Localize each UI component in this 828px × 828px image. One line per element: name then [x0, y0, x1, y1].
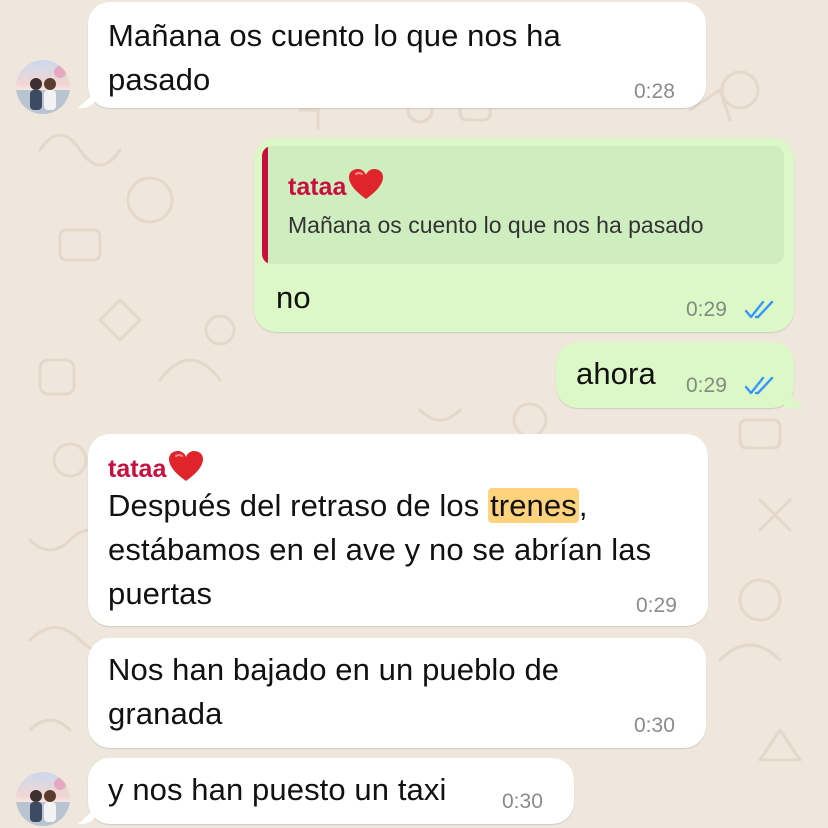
double-check-read-icon [744, 376, 774, 395]
message-time: 0:29 [686, 298, 727, 321]
avatar-photo [16, 66, 70, 114]
quoted-text: Mañana os cuento lo que nos ha pasado [288, 212, 704, 238]
quoted-message[interactable]: tataa Mañana os cuento lo que nos ha pas… [262, 146, 784, 264]
message-text: Después del retraso de los trenes, estáb… [108, 484, 651, 616]
message-text: y nos han puesto un taxi [108, 772, 447, 807]
double-check-read-icon [744, 300, 774, 319]
message-time: 0:30 [502, 790, 543, 813]
heart-icon [349, 169, 384, 199]
message-text: ahora [576, 356, 656, 391]
message-text: no [276, 280, 311, 315]
quoted-sender-label: tataa [288, 173, 347, 201]
message-text-part: Después del retraso de los [108, 488, 489, 523]
message-time: 0:28 [634, 80, 675, 103]
message-bubble-incoming[interactable]: Nos han bajado en un pueblo de granada 0… [88, 638, 706, 748]
message-text: Nos han bajado en un pueblo de granada [108, 652, 560, 731]
message-time: 0:29 [686, 374, 727, 397]
contact-avatar[interactable] [16, 772, 70, 826]
message-bubble-incoming[interactable]: y nos han puesto un taxi 0:30 [88, 758, 574, 824]
quoted-sender-name: tataa [288, 168, 384, 202]
chat-conversation: Mañana os cuento lo que nos ha pasado 0:… [0, 0, 828, 828]
message-text: Mañana os cuento lo que nos ha pasado [108, 18, 561, 97]
message-time: 0:29 [636, 594, 677, 617]
message-bubble-outgoing[interactable]: ahora 0:29 [556, 342, 794, 408]
message-bubble-incoming[interactable]: Mañana os cuento lo que nos ha pasado 0:… [88, 2, 706, 108]
message-bubble-incoming-with-sender[interactable]: tataa Después del retraso de los trenes,… [88, 434, 708, 626]
search-highlight: trenes [488, 488, 579, 523]
heart-icon [169, 451, 204, 481]
message-time: 0:30 [634, 714, 675, 737]
quote-accent-bar [262, 146, 268, 264]
avatar-photo [16, 778, 70, 826]
sender-label: tataa [108, 455, 167, 483]
contact-avatar[interactable] [16, 60, 70, 114]
sender-name: tataa [108, 450, 204, 484]
